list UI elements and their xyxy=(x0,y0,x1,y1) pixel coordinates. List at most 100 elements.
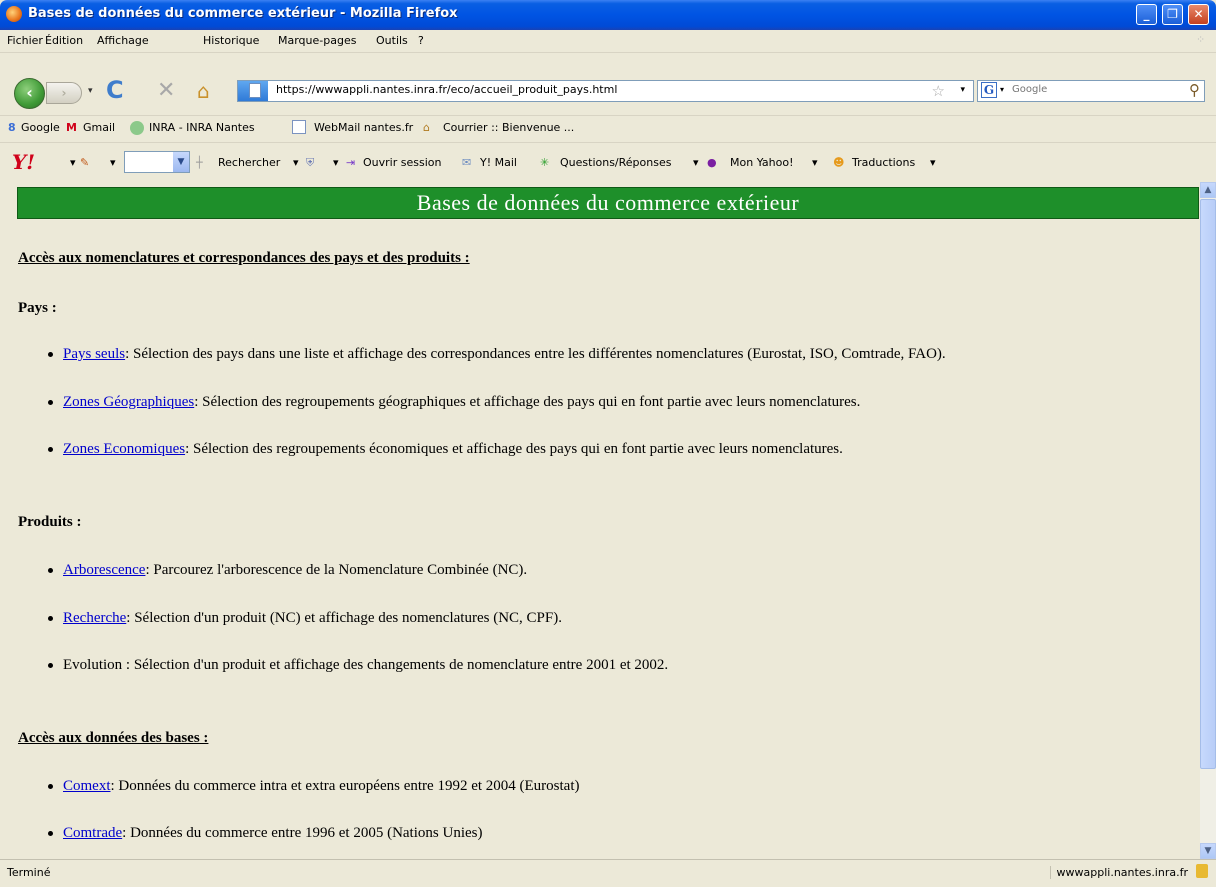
yahoo-menu-dropdown-icon[interactable]: ▾ xyxy=(70,156,76,169)
search-bar[interactable]: G ▾ ⚲ xyxy=(977,80,1205,102)
bullet-icon xyxy=(48,616,53,622)
scroll-down-icon[interactable]: ▼ xyxy=(1200,843,1216,859)
menu-fichier[interactable]: Fichier xyxy=(7,34,43,47)
link-zones-geographiques[interactable]: Zones Géographiques xyxy=(63,394,194,410)
shield-dropdown-icon[interactable]: ▾ xyxy=(333,156,339,169)
bookmark-star-icon[interactable]: ☆ xyxy=(932,82,945,100)
bookmark-webmail[interactable]: WebMail nantes.fr xyxy=(314,121,413,134)
bookmark-gmail[interactable]: Gmail xyxy=(83,121,115,134)
list-item: Comtrade: Données du commerce entre 1996… xyxy=(48,825,482,842)
gmail-icon: M xyxy=(66,121,77,134)
firefox-icon xyxy=(6,6,22,22)
bookmark-inra[interactable]: INRA - INRA Nantes xyxy=(149,121,255,134)
menu-help[interactable]: ? xyxy=(418,34,424,47)
list-item: Zones Géographiques: Sélection des regro… xyxy=(48,394,860,411)
yahoo-toolbar: Y! ▾ ✎ ▾ ▼ ┼ Rechercher ▾ ⛨ ▾ ⇥ Ouvrir s… xyxy=(0,142,1216,183)
list-item: Recherche: Sélection d'un produit (NC) e… xyxy=(48,610,562,627)
link-comext[interactable]: Comext xyxy=(63,778,111,794)
history-dropdown-icon[interactable]: ▾ xyxy=(88,86,93,96)
item-description: : Données du commerce entre 1996 et 2005… xyxy=(122,825,483,841)
yahoo-search-dropdown-icon[interactable]: ▼ xyxy=(173,152,189,172)
questions-dropdown-icon[interactable]: ▾ xyxy=(693,156,699,169)
page-icon xyxy=(249,83,261,98)
menu-affichage[interactable]: Affichage xyxy=(97,34,149,47)
bookmarks-toolbar: 8 Google M Gmail INRA - INRA Nantes WebM… xyxy=(0,115,1216,141)
status-host: wwwappli.nantes.inra.fr xyxy=(1049,866,1188,879)
rechercher-dropdown-icon[interactable]: ▾ xyxy=(293,156,299,169)
back-button[interactable]: ‹ xyxy=(14,78,45,109)
window-titlebar: Bases de données du commerce extérieur -… xyxy=(0,0,1216,30)
courrier-home-icon: ⌂ xyxy=(423,121,430,134)
search-engine-dropdown-icon[interactable]: ▾ xyxy=(1000,85,1004,94)
lock-icon[interactable] xyxy=(1196,864,1208,878)
throbber-icon: ⁘ xyxy=(1196,33,1206,46)
section-donnees-heading: Accès aux données des bases : xyxy=(18,730,209,746)
bullet-icon xyxy=(48,568,53,574)
pencil-dropdown-icon[interactable]: ▾ xyxy=(110,156,116,169)
link-comtrade[interactable]: Comtrade xyxy=(63,825,122,841)
menu-outils[interactable]: Outils xyxy=(376,34,408,47)
bookmark-google[interactable]: Google xyxy=(21,121,60,134)
bullet-icon xyxy=(48,831,53,837)
produits-heading: Produits : xyxy=(18,514,82,530)
page-content: Bases de données du commerce extérieur A… xyxy=(0,182,1200,859)
traductions-dropdown-icon[interactable]: ▾ xyxy=(930,156,936,169)
reload-icon[interactable]: C xyxy=(106,76,124,104)
url-dropdown-icon[interactable]: ▾ xyxy=(960,85,965,95)
menu-marque-pages[interactable]: Marque-pages xyxy=(278,34,356,47)
google-bookmark-icon: 8 xyxy=(8,121,16,134)
yahoo-mail-button[interactable]: Y! Mail xyxy=(480,156,517,169)
menu-historique[interactable]: Historique xyxy=(203,34,259,47)
status-text: Terminé xyxy=(7,866,51,879)
list-item: Arborescence: Parcourez l'arborescence d… xyxy=(48,562,527,579)
yahoo-logo[interactable]: Y! xyxy=(12,150,35,174)
vertical-scrollbar[interactable]: ▲ ▼ xyxy=(1200,182,1216,859)
answers-icon: ✳ xyxy=(540,156,550,169)
signin-icon: ⇥ xyxy=(346,156,356,169)
forward-button[interactable]: › xyxy=(46,82,82,104)
search-engine-icon[interactable]: G xyxy=(981,82,997,98)
link-recherche[interactable]: Recherche xyxy=(63,610,126,626)
minimize-button[interactable]: _ xyxy=(1136,4,1157,25)
bullet-icon xyxy=(48,447,53,453)
pencil-icon[interactable]: ✎ xyxy=(80,156,89,169)
item-description: : Sélection des pays dans une liste et a… xyxy=(125,346,946,362)
bullet-icon xyxy=(48,663,53,669)
webmail-page-icon xyxy=(292,120,306,134)
traductions-button[interactable]: Traductions xyxy=(852,156,915,169)
list-item: Comext: Données du commerce intra et ext… xyxy=(48,778,580,795)
questions-reponses-button[interactable]: Questions/Réponses xyxy=(560,156,671,169)
toolbar-separator: ┼ xyxy=(196,156,203,169)
mon-yahoo-dropdown-icon[interactable]: ▾ xyxy=(812,156,818,169)
bookmark-courrier[interactable]: Courrier :: Bienvenue ... xyxy=(443,121,574,134)
list-item: Pays seuls: Sélection des pays dans une … xyxy=(48,346,946,363)
close-button[interactable]: ✕ xyxy=(1188,4,1209,25)
item-description: : Sélection d'un produit (NC) et afficha… xyxy=(126,610,562,626)
link-pays-seuls[interactable]: Pays seuls xyxy=(63,346,125,362)
rechercher-button[interactable]: Rechercher xyxy=(218,156,280,169)
antispy-shield-icon[interactable]: ⛨ xyxy=(306,156,314,170)
window-title: Bases de données du commerce extérieur -… xyxy=(28,6,458,21)
scroll-up-icon[interactable]: ▲ xyxy=(1200,182,1216,198)
home-icon[interactable]: ⌂ xyxy=(197,79,210,103)
pays-heading: Pays : xyxy=(18,300,57,316)
stop-icon[interactable]: ✕ xyxy=(157,78,175,103)
url-bar[interactable]: ☆ ▾ xyxy=(237,80,974,102)
link-zones-economiques[interactable]: Zones Economiques xyxy=(63,441,185,457)
yahoo-search-field[interactable]: ▼ xyxy=(124,151,190,173)
search-input[interactable] xyxy=(1012,84,1172,95)
item-description: : Parcourez l'arborescence de la Nomencl… xyxy=(145,562,528,578)
menu-bar: Fichier Édition Affichage Historique Mar… xyxy=(0,30,1216,53)
section-nomenclatures-heading: Accès aux nomenclatures et correspondanc… xyxy=(18,250,470,266)
item-description: : Sélection des regroupements économique… xyxy=(185,441,843,457)
maximize-button[interactable]: ❐ xyxy=(1162,4,1183,25)
search-icon[interactable]: ⚲ xyxy=(1189,81,1200,99)
mon-yahoo-button[interactable]: Mon Yahoo! xyxy=(730,156,793,169)
bullet-icon xyxy=(48,784,53,790)
scrollbar-thumb[interactable] xyxy=(1200,199,1216,769)
item-description: : Sélection des regroupements géographiq… xyxy=(194,394,861,410)
link-arborescence[interactable]: Arborescence xyxy=(63,562,145,578)
ouvrir-session-button[interactable]: Ouvrir session xyxy=(363,156,441,169)
url-input[interactable] xyxy=(276,83,876,96)
menu-edition[interactable]: Édition xyxy=(45,34,83,47)
